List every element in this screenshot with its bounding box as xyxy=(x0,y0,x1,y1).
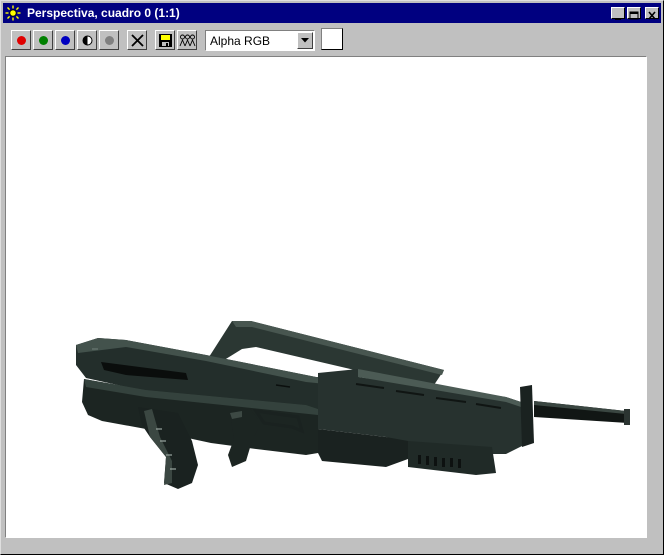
background-color-swatch[interactable] xyxy=(321,28,343,50)
rifle-render-image xyxy=(76,321,630,489)
render-viewport xyxy=(5,56,647,538)
render-frame-window: Perspectiva, cuadro 0 (1:1) Alpha RGB xyxy=(0,0,664,555)
minimize-icon xyxy=(615,18,621,20)
dropdown-arrow-button[interactable] xyxy=(297,32,313,49)
floppy-disk-icon xyxy=(159,34,172,47)
green-channel-button[interactable] xyxy=(33,30,53,50)
title-bar[interactable]: Perspectiva, cuadro 0 (1:1) xyxy=(3,3,661,23)
blue-channel-button[interactable] xyxy=(55,30,75,50)
app-icon xyxy=(5,5,21,21)
minimize-button[interactable] xyxy=(611,7,625,20)
channel-select[interactable]: Alpha RGB xyxy=(205,30,315,51)
maximize-button[interactable] xyxy=(627,7,641,20)
vertical-scroll-area xyxy=(647,56,661,538)
save-image-button[interactable] xyxy=(155,30,175,50)
channel-select-value: Alpha RGB xyxy=(210,34,271,48)
red-channel-button[interactable] xyxy=(11,30,31,50)
half-circle-icon xyxy=(82,35,93,46)
blue-dot-icon xyxy=(61,36,70,45)
toolbar: Alpha RGB xyxy=(3,25,661,55)
green-dot-icon xyxy=(39,36,48,45)
close-window-button[interactable] xyxy=(645,7,659,20)
clone-icon xyxy=(179,34,196,47)
maximize-icon xyxy=(629,11,639,20)
clear-frame-button[interactable] xyxy=(127,30,147,50)
clear-x-icon xyxy=(131,34,144,47)
red-dot-icon xyxy=(17,36,26,45)
close-icon xyxy=(648,11,656,20)
gray-dot-icon xyxy=(105,36,114,45)
horizontal-scroll-area xyxy=(5,538,661,552)
mono-channel-button[interactable] xyxy=(77,30,97,50)
chevron-down-icon xyxy=(301,38,309,43)
window-title: Perspectiva, cuadro 0 (1:1) xyxy=(27,6,180,20)
alpha-channel-button[interactable] xyxy=(99,30,119,50)
clone-window-button[interactable] xyxy=(177,30,197,50)
